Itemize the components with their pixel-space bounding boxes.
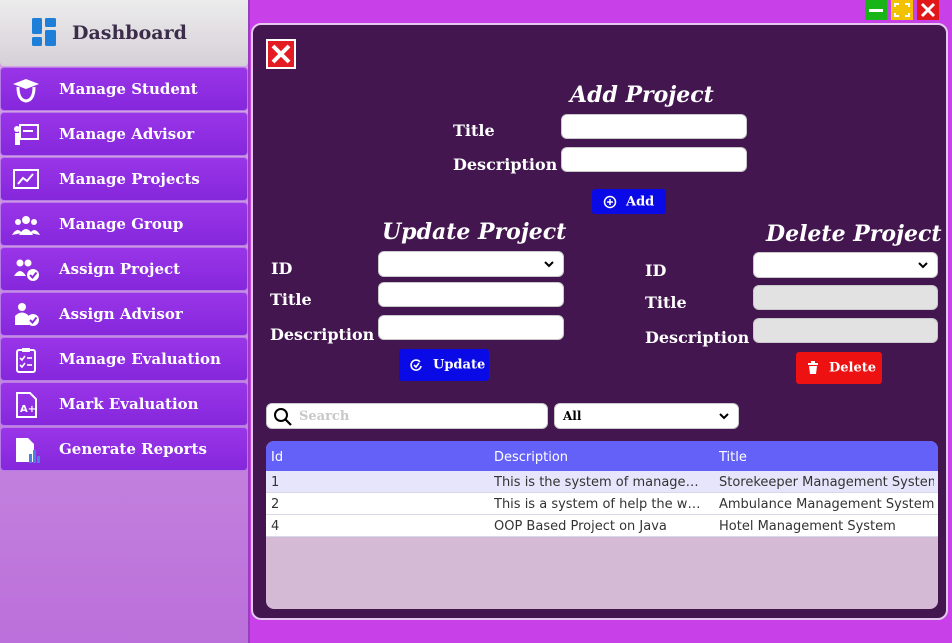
- chart-frame-icon: [13, 169, 39, 189]
- search-input[interactable]: [299, 407, 539, 425]
- delete-title-label: Title: [645, 293, 687, 312]
- cell-description: OOP Based Project on Java: [494, 519, 667, 534]
- nav-generate-reports[interactable]: Generate Reports: [0, 427, 248, 471]
- nav-assign-advisor[interactable]: Assign Advisor: [0, 292, 248, 336]
- minimize-icon: [869, 9, 883, 12]
- delete-title-field: [753, 285, 938, 310]
- delete-id-label: ID: [645, 261, 667, 280]
- add-button[interactable]: Add: [592, 189, 666, 214]
- chevron-down-icon: [719, 413, 729, 420]
- nav-manage-group[interactable]: Manage Group: [0, 202, 248, 246]
- update-button[interactable]: Update: [399, 349, 489, 381]
- nav-manage-evaluation[interactable]: Manage Evaluation: [0, 337, 248, 381]
- maximize-button[interactable]: [891, 0, 913, 20]
- sidebar: Dashboard Manage Student Manage Advisor …: [0, 0, 250, 643]
- nav-label: Generate Reports: [59, 440, 207, 458]
- delete-button-label: Delete: [829, 360, 877, 376]
- nav-label: Manage Projects: [59, 170, 200, 188]
- cell-id: 2: [271, 497, 280, 512]
- trash-icon: [808, 361, 818, 374]
- cell-id: 4: [271, 519, 280, 534]
- update-id-label: ID: [271, 259, 293, 278]
- update-title-label: Title: [270, 290, 312, 309]
- delete-id-select[interactable]: [753, 252, 938, 278]
- add-description-label: Description: [453, 155, 558, 174]
- filter-select[interactable]: All: [554, 403, 739, 429]
- panel-close-button[interactable]: [266, 39, 296, 69]
- nav-mark-evaluation[interactable]: A+ Mark Evaluation: [0, 382, 248, 426]
- cell-id: 1: [271, 475, 280, 490]
- chevron-down-icon: [918, 262, 928, 269]
- search-box[interactable]: [266, 403, 548, 429]
- report-icon: [16, 438, 40, 463]
- close-icon: [920, 2, 936, 18]
- column-header-title[interactable]: Title: [719, 450, 934, 465]
- nav-label: Manage Group: [59, 215, 184, 233]
- nav-label: Assign Advisor: [59, 305, 183, 323]
- chevron-down-icon: [544, 261, 554, 268]
- plus-circle-icon: [603, 195, 617, 208]
- nav-manage-advisor[interactable]: Manage Advisor: [0, 112, 248, 156]
- add-button-label: Add: [626, 194, 655, 209]
- cell-title: Storekeeper Management System: [719, 475, 934, 490]
- grade-document-icon: A+: [16, 392, 37, 418]
- update-id-select[interactable]: [378, 251, 564, 277]
- group-icon: [12, 216, 40, 235]
- column-header-id[interactable]: Id: [271, 450, 471, 465]
- table-header: Id Description Title: [266, 441, 938, 471]
- update-button-label: Update: [433, 357, 486, 373]
- cell-title: Hotel Management System: [719, 519, 896, 534]
- nav-assign-project[interactable]: Assign Project: [0, 247, 248, 291]
- project-panel: Add Project Title Description Add Update…: [251, 23, 948, 620]
- projects-table[interactable]: Id Description Title 1 This is the syste…: [266, 441, 938, 609]
- nav-label: Mark Evaluation: [59, 395, 199, 413]
- update-description-label: Description: [270, 325, 375, 344]
- filter-value: All: [563, 409, 582, 423]
- dashboard-header[interactable]: Dashboard: [0, 0, 248, 66]
- nav-label: Manage Advisor: [59, 125, 195, 143]
- refresh-check-icon: [410, 359, 422, 371]
- close-window-button[interactable]: [917, 0, 939, 20]
- maximize-icon: [894, 3, 910, 17]
- update-project-heading: Update Project: [382, 219, 567, 245]
- update-description-field[interactable]: [378, 315, 564, 340]
- nav-label: Manage Evaluation: [59, 350, 221, 368]
- add-title-field[interactable]: [561, 114, 747, 139]
- nav-label: Manage Student: [59, 80, 198, 98]
- teacher-board-icon: [14, 124, 39, 145]
- delete-description-label: Description: [645, 328, 750, 347]
- column-header-description[interactable]: Description: [494, 450, 708, 465]
- search-icon: [274, 408, 292, 426]
- cell-description: This is the system of management...: [494, 475, 708, 490]
- add-description-field[interactable]: [561, 147, 747, 172]
- dashboard-title: Dashboard: [72, 22, 187, 44]
- update-title-field[interactable]: [378, 282, 564, 307]
- cell-description: This is a system of help the worke...: [494, 497, 708, 512]
- nav-manage-student[interactable]: Manage Student: [0, 67, 248, 111]
- close-icon: [271, 44, 291, 64]
- svg-text:A+: A+: [20, 404, 36, 415]
- add-project-heading: Add Project: [570, 82, 714, 108]
- table-row[interactable]: 4 OOP Based Project on Java Hotel Manage…: [266, 515, 938, 537]
- nav-manage-projects[interactable]: Manage Projects: [0, 157, 248, 201]
- cell-title: Ambulance Management System: [719, 497, 934, 512]
- delete-description-field: [753, 318, 938, 343]
- table-row[interactable]: 1 This is the system of management... St…: [266, 471, 938, 493]
- delete-button[interactable]: Delete: [796, 352, 882, 384]
- delete-project-heading: Delete Project: [766, 221, 942, 247]
- table-row[interactable]: 2 This is a system of help the worke... …: [266, 493, 938, 515]
- minimize-button[interactable]: [865, 0, 887, 20]
- graduate-icon: [13, 79, 39, 103]
- add-title-label: Title: [453, 121, 495, 140]
- clipboard-icon: [16, 348, 36, 373]
- user-check-icon: [15, 303, 39, 326]
- users-check-icon: [14, 259, 39, 281]
- nav-label: Assign Project: [59, 260, 181, 278]
- dashboard-icon: [32, 18, 56, 46]
